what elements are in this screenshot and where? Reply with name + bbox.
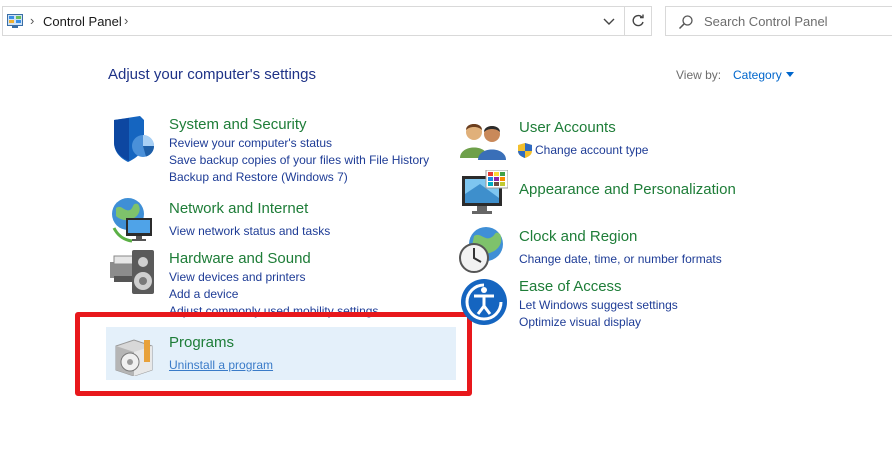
annotation-highlight-box (75, 312, 472, 396)
link-change-account-type[interactable]: Change account type (535, 143, 648, 157)
view-by-value: Category (733, 68, 782, 82)
category-title-network-and-internet[interactable]: Network and Internet (169, 200, 308, 217)
category-title-clock-and-region[interactable]: Clock and Region (519, 228, 637, 245)
search-input[interactable] (704, 11, 892, 31)
network-globe-icon[interactable] (108, 196, 156, 244)
link-add-device[interactable]: Add a device (169, 287, 238, 301)
appearance-monitor-icon[interactable] (460, 170, 508, 218)
shield-icon[interactable] (110, 116, 158, 164)
dropdown-arrow-icon (785, 72, 794, 77)
view-by-label: View by: (676, 68, 722, 82)
category-title-hardware-and-sound[interactable]: Hardware and Sound (169, 250, 311, 267)
category-title-user-accounts[interactable]: User Accounts (519, 119, 616, 136)
search-box[interactable] (665, 6, 892, 36)
view-by-dropdown[interactable]: Category (733, 68, 794, 82)
control-panel-icon (7, 14, 23, 28)
link-optimize-visual[interactable]: Optimize visual display (519, 315, 641, 329)
link-date-time-formats[interactable]: Change date, time, or number formats (519, 252, 722, 266)
divider (624, 7, 625, 35)
category-title-ease-of-access[interactable]: Ease of Access (519, 278, 622, 295)
uac-shield-icon (518, 143, 532, 158)
category-title-appearance[interactable]: Appearance and Personalization (519, 181, 736, 198)
link-devices-printers[interactable]: View devices and printers (169, 270, 306, 284)
refresh-icon[interactable] (630, 13, 646, 29)
link-windows-suggest[interactable]: Let Windows suggest settings (519, 298, 678, 312)
breadcrumb-chevron-icon[interactable]: › (124, 13, 128, 28)
breadcrumb-separator: › (30, 13, 35, 28)
page-title: Adjust your computer's settings (108, 66, 316, 83)
clock-globe-icon[interactable] (458, 226, 506, 274)
breadcrumb-control-panel[interactable]: Control Panel (43, 14, 122, 29)
link-backup-restore[interactable]: Backup and Restore (Windows 7) (169, 170, 348, 184)
link-review-status[interactable]: Review your computer's status (169, 136, 332, 150)
chevron-down-icon[interactable] (601, 16, 617, 28)
printer-speaker-icon[interactable] (108, 248, 156, 296)
category-title-system-and-security[interactable]: System and Security (169, 116, 307, 133)
user-accounts-icon[interactable] (460, 118, 506, 160)
search-icon (678, 15, 693, 30)
link-network-status[interactable]: View network status and tasks (169, 224, 330, 238)
link-file-history[interactable]: Save backup copies of your files with Fi… (169, 153, 429, 167)
ease-of-access-icon[interactable] (460, 278, 508, 326)
address-bar[interactable]: › Control Panel › (2, 6, 652, 36)
